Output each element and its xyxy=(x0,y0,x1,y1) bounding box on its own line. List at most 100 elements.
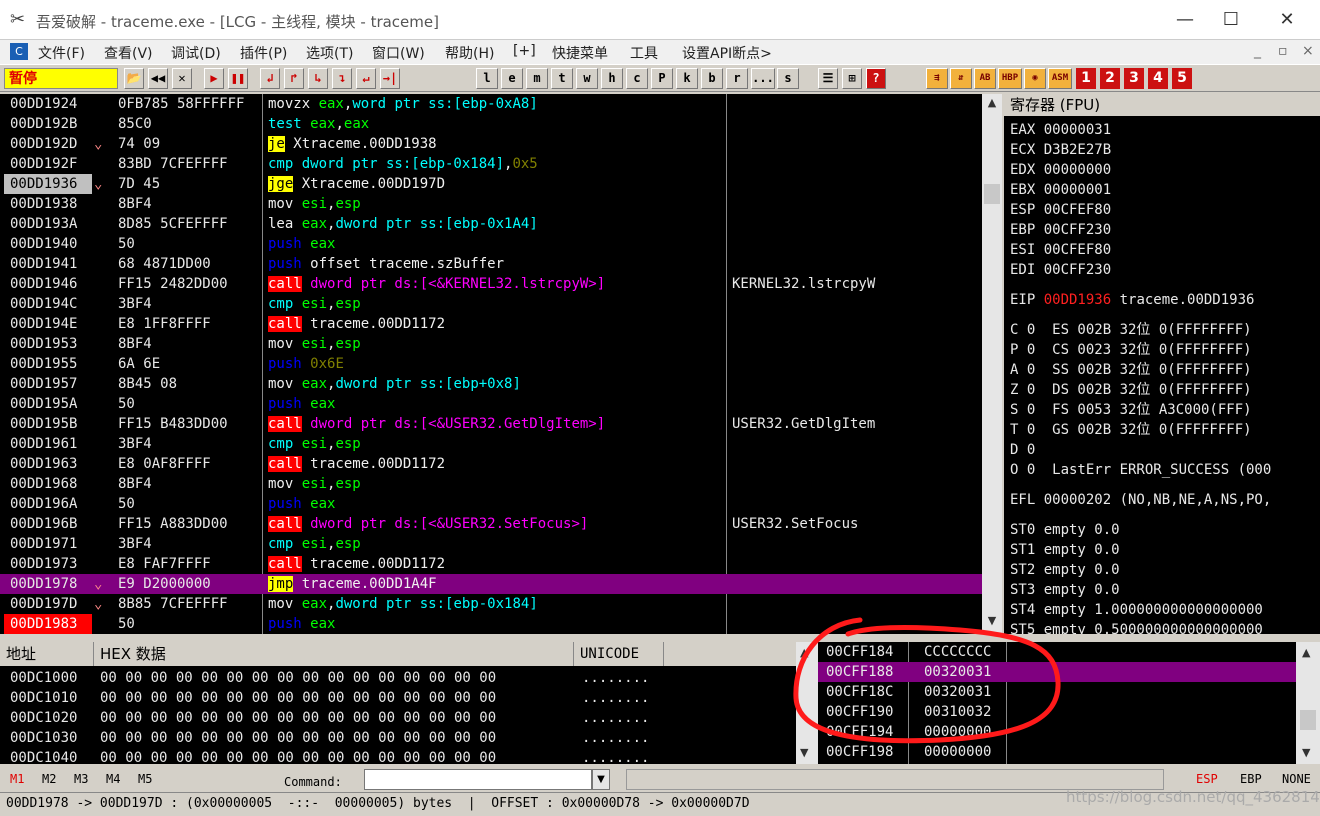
dump-scrollbar[interactable]: ▲ ▼ xyxy=(796,642,818,764)
toolbar-window-button[interactable]: w xyxy=(576,68,598,89)
disasm-row[interactable]: 00DD193A 8D85 5CFEFFFF lea eax,dword ptr s… xyxy=(0,214,982,234)
disassembly-scrollbar[interactable]: ▲ ▼ xyxy=(982,94,1002,634)
toolbar-window-button[interactable]: c xyxy=(626,68,648,89)
disasm-row[interactable]: 00DD192D ⌄ 74 09 je Xtraceme.00DD1938 xyxy=(0,134,982,154)
disasm-row[interactable]: 00DD1946 FF15 2482DD00 call dword ptr ds:[… xyxy=(0,274,982,294)
scroll-down-icon[interactable]: ▼ xyxy=(984,614,1000,632)
disasm-row[interactable]: 00DD1941 68 4871DD00 push offset traceme.s… xyxy=(0,254,982,274)
toolbar-window-button[interactable]: s xyxy=(777,68,799,89)
toolbar-plugin-button[interactable]: AB xyxy=(974,68,996,89)
register-line[interactable]: ST0 empty 0.0 xyxy=(1010,520,1120,540)
scroll-up-icon[interactable]: ▲ xyxy=(800,646,808,659)
toolbar-plugin-button[interactable]: ◉ xyxy=(1024,68,1046,89)
register-line[interactable]: Z 0 DS 002B 32位 0(FFFFFFFF) xyxy=(1010,380,1252,400)
toolbar-plugin-button[interactable]: ⇶ xyxy=(926,68,948,89)
stack-row[interactable]: 00CFF194 00000000 xyxy=(818,722,1296,742)
mdi-close-button[interactable]: × xyxy=(1302,43,1314,59)
toolbar-nav-button[interactable]: ↱ xyxy=(284,68,304,89)
toolbar-plugin-button[interactable]: HBP xyxy=(998,68,1022,89)
register-line[interactable]: EIP 00DD1936 traceme.00DD1936 xyxy=(1010,290,1254,310)
menu-plugins[interactable]: 插件(P) xyxy=(240,43,287,63)
dump-header-hex[interactable]: HEX 数据 xyxy=(94,642,574,666)
toolbar-nav-button[interactable]: ◀◀ xyxy=(148,68,168,89)
close-button[interactable]: ✕ xyxy=(1264,6,1310,34)
toolbar-nav-button[interactable]: ↴ xyxy=(332,68,352,89)
disassembly-pane[interactable]: 00DD1924 0FB785 58FFFFFF movzx eax,word pt… xyxy=(0,94,982,634)
toolbar-nav-button[interactable]: 📂 xyxy=(124,68,144,89)
stack-pane[interactable]: 00CFF184 CCCCCCCC 00CFF188 00320031 00CFF18C… xyxy=(818,642,1296,764)
register-line[interactable]: D 0 xyxy=(1010,440,1035,460)
disasm-row[interactable]: 00DD196B FF15 A883DD00 call dword ptr ds:[… xyxy=(0,514,982,534)
mdi-restore-button[interactable]: ▫ xyxy=(1278,43,1288,59)
disasm-row[interactable]: 00DD1924 0FB785 58FFFFFF movzx eax,word pt… xyxy=(0,94,982,114)
disasm-row[interactable]: 00DD1955 6A 6E push 0x6E xyxy=(0,354,982,374)
menu-file[interactable]: 文件(F) xyxy=(38,43,85,63)
register-line[interactable]: ESI 00CFEF80 xyxy=(1010,240,1111,260)
toolbar-window-button[interactable]: m xyxy=(526,68,548,89)
memory-dump-pane[interactable]: 地址 HEX 数据 UNICODE 00DC1000 00 00 00 00 00… xyxy=(0,642,796,764)
toolbar-window-button[interactable]: ... xyxy=(751,68,775,89)
dump-header-address[interactable]: 地址 xyxy=(0,642,94,666)
register-line[interactable]: O 0 LastErr ERROR_SUCCESS (000 xyxy=(1010,460,1271,480)
toolbar-window-button[interactable]: t xyxy=(551,68,573,89)
toolbar-nav-button[interactable]: ↵ xyxy=(356,68,376,89)
menu-window[interactable]: 窗口(W) xyxy=(372,43,425,63)
disasm-row[interactable]: 00DD1957 8B45 08 mov eax,dword ptr ss:[ebp… xyxy=(0,374,982,394)
stack-row[interactable]: 00CFF188 00320031 xyxy=(818,662,1296,682)
stack-row[interactable]: 00CFF190 00310032 xyxy=(818,702,1296,722)
disasm-row[interactable]: 00DD192F 83BD 7CFEFFFF cmp dword ptr ss:[e… xyxy=(0,154,982,174)
chevron-down-icon[interactable]: ▼ xyxy=(592,769,610,790)
scroll-up-icon[interactable]: ▲ xyxy=(984,96,1000,114)
stack-row[interactable]: 00CFF198 00000000 xyxy=(818,742,1296,762)
toolbar-plugin-button[interactable]: ASM xyxy=(1048,68,1072,89)
disasm-row[interactable]: 00DD1938 8BF4 mov esi,esp xyxy=(0,194,982,214)
cpu-window-icon[interactable]: C xyxy=(10,43,28,60)
toolbar-window-button[interactable]: r xyxy=(726,68,748,89)
register-line[interactable]: EAX 00000031 xyxy=(1010,120,1111,140)
reg-esp-button[interactable]: ESP xyxy=(1196,772,1218,786)
menu-view[interactable]: 查看(V) xyxy=(104,43,153,63)
disasm-row[interactable]: 00DD196A 50 push eax xyxy=(0,494,982,514)
disasm-row[interactable]: 00DD1963 E8 0AF8FFFF call traceme.00DD1172 xyxy=(0,454,982,474)
disasm-row[interactable]: 00DD1968 8BF4 mov esi,esp xyxy=(0,474,982,494)
register-line[interactable]: EBP 00CFF230 xyxy=(1010,220,1111,240)
toolbar-extra-button[interactable]: ☰ xyxy=(818,68,838,89)
stack-row[interactable]: 00CFF184 CCCCCCCC xyxy=(818,642,1296,662)
disasm-row[interactable]: 00DD1983 50 push eax xyxy=(0,614,982,634)
disasm-row[interactable]: 00DD1936 ⌄ 7D 45 jge Xtraceme.00DD197D xyxy=(0,174,982,194)
stack-row[interactable]: 00CFF18C 00320031 xyxy=(818,682,1296,702)
mode-m4[interactable]: M4 xyxy=(106,772,120,786)
scroll-down-icon[interactable]: ▼ xyxy=(800,746,808,759)
register-line[interactable]: S 0 FS 0053 32位 A3C000(FFF) xyxy=(1010,400,1252,420)
toolbar-window-button[interactable]: b xyxy=(701,68,723,89)
disasm-row[interactable]: 00DD1953 8BF4 mov esi,esp xyxy=(0,334,982,354)
toolbar-extra-button[interactable]: ? xyxy=(866,68,886,89)
command-input[interactable] xyxy=(364,769,592,790)
registers-pane[interactable]: 寄存器 (FPU) EAX 00000031 ECX D3B2E27B EDX 00… xyxy=(1004,94,1320,634)
register-line[interactable]: EBX 00000001 xyxy=(1010,180,1111,200)
stack-scrollbar[interactable]: ▲ ▼ xyxy=(1296,642,1320,764)
menu-help[interactable]: 帮助(H) xyxy=(445,43,494,63)
scroll-thumb[interactable] xyxy=(984,184,1000,204)
menu-debug[interactable]: 调试(D) xyxy=(171,43,221,63)
toolbar-nav-button[interactable]: ↳ xyxy=(308,68,328,89)
disasm-row[interactable]: 00DD1978 ⌄ E9 D2000000 jmp traceme.00DD1A4F xyxy=(0,574,982,594)
disasm-row[interactable]: 00DD194E E8 1FF8FFFF call traceme.00DD1172 xyxy=(0,314,982,334)
register-line[interactable]: T 0 GS 002B 32位 0(FFFFFFFF) xyxy=(1010,420,1252,440)
scroll-up-icon[interactable]: ▲ xyxy=(1302,646,1310,659)
toolbar-number-button[interactable]: 4 xyxy=(1148,68,1168,89)
register-line[interactable]: P 0 CS 0023 32位 0(FFFFFFFF) xyxy=(1010,340,1252,360)
mode-m1[interactable]: M1 xyxy=(10,772,24,786)
dump-header-unicode[interactable]: UNICODE xyxy=(574,642,664,666)
scroll-thumb[interactable] xyxy=(1300,710,1316,730)
toolbar-window-button[interactable]: P xyxy=(651,68,673,89)
toolbar-window-button[interactable]: l xyxy=(476,68,498,89)
toolbar-nav-button[interactable]: ▶ xyxy=(204,68,224,89)
mode-m3[interactable]: M3 xyxy=(74,772,88,786)
menu-plus[interactable]: [+] xyxy=(513,43,536,59)
toolbar-number-button[interactable]: 5 xyxy=(1172,68,1192,89)
pane-splitter[interactable] xyxy=(0,634,1320,642)
menu-shortcut[interactable]: 快捷菜单 xyxy=(552,43,608,63)
register-line[interactable]: ST4 empty 1.000000000000000000 xyxy=(1010,600,1263,620)
menu-tools[interactable]: 工具 xyxy=(630,43,658,63)
